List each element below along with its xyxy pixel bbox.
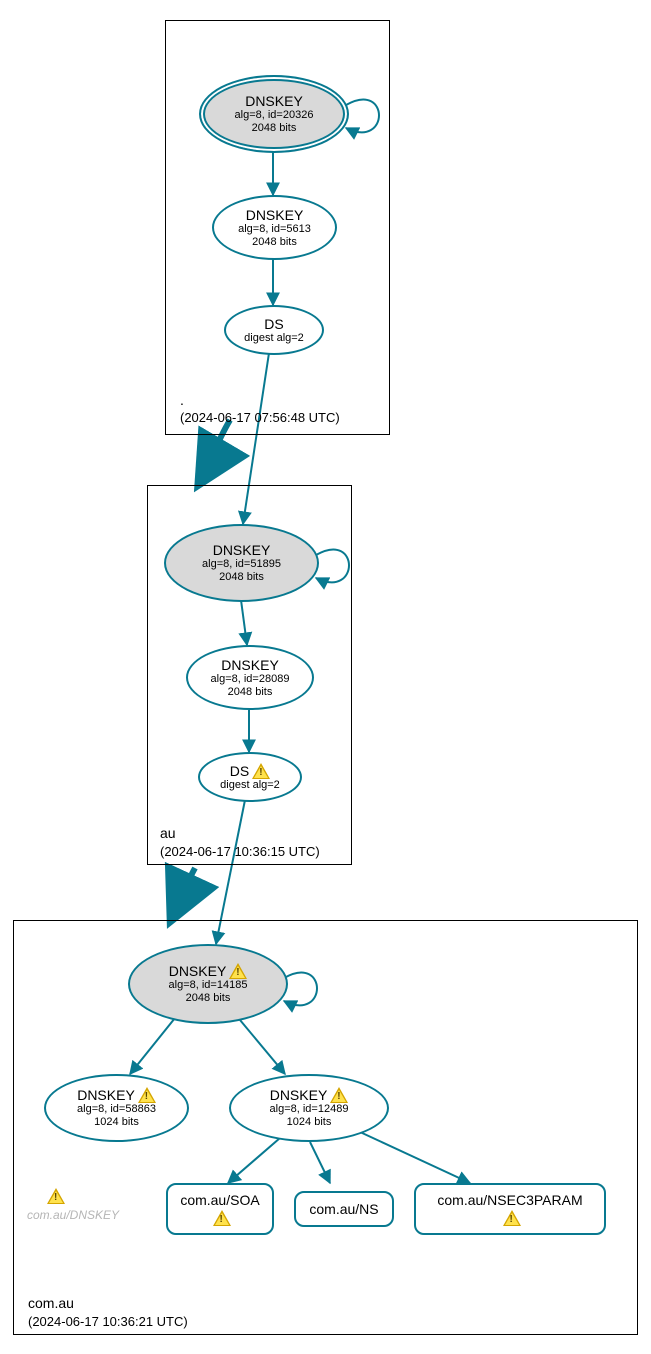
- node-au-ds: DS! digest alg=2: [198, 752, 302, 802]
- zone-root-timestamp: (2024-06-17 07:56:48 UTC): [180, 410, 340, 425]
- node-title: DNSKEY: [245, 93, 303, 109]
- zone-au-name: au: [160, 825, 176, 841]
- rr-soa: com.au/SOA !: [166, 1183, 274, 1235]
- zone-au-timestamp: (2024-06-17 10:36:15 UTC): [160, 844, 320, 859]
- ghost-dnskey-label: com.au/DNSKEY: [27, 1208, 119, 1222]
- warning-icon: !: [229, 963, 247, 979]
- rr-ns: com.au/NS: [294, 1191, 394, 1227]
- node-comau-zsk-left: DNSKEY! alg=8, id=58863 1024 bits: [44, 1074, 189, 1142]
- rr-nsec3param: com.au/NSEC3PARAM !: [414, 1183, 606, 1235]
- node-line3: 2048 bits: [252, 122, 297, 135]
- node-au-ksk: DNSKEY alg=8, id=51895 2048 bits: [164, 524, 319, 602]
- node-au-zsk: DNSKEY alg=8, id=28089 2048 bits: [186, 645, 314, 710]
- warning-icon: !: [503, 1210, 521, 1226]
- node-comau-zsk-right: DNSKEY! alg=8, id=12489 1024 bits: [229, 1074, 389, 1142]
- node-line2: alg=8, id=20326: [235, 109, 314, 122]
- zone-comau-name: com.au: [28, 1295, 74, 1311]
- node-root-zsk: DNSKEY alg=8, id=5613 2048 bits: [212, 195, 337, 260]
- warning-icon: !: [330, 1087, 348, 1103]
- zone-root-name: .: [180, 392, 184, 408]
- warning-icon: !: [44, 1188, 65, 1204]
- warning-icon: !: [138, 1087, 156, 1103]
- zone-comau-timestamp: (2024-06-17 10:36:21 UTC): [28, 1314, 188, 1329]
- warning-icon: !: [213, 1210, 231, 1226]
- node-root-ksk: DNSKEY alg=8, id=20326 2048 bits: [199, 75, 349, 153]
- warning-icon: !: [252, 763, 270, 779]
- node-root-ds: DS digest alg=2: [224, 305, 324, 355]
- node-comau-ksk: DNSKEY! alg=8, id=14185 2048 bits: [128, 944, 288, 1024]
